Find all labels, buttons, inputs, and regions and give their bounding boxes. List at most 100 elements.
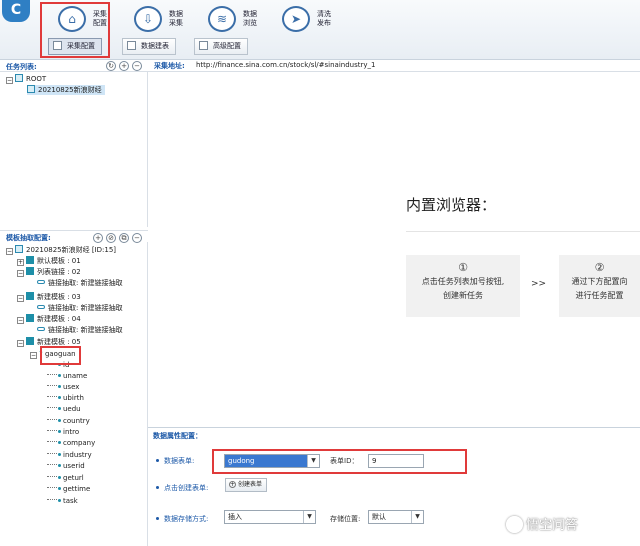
field-icon: [58, 453, 61, 456]
create-table-label: 点击创建表单:: [156, 483, 208, 493]
field-icon: [58, 499, 61, 502]
link-icon: [37, 305, 45, 309]
tree-template-04[interactable]: − 新建模板 : 04: [17, 314, 81, 324]
storage-method-label: 数据存储方式:: [156, 514, 208, 524]
select-value: 默认: [372, 513, 386, 521]
tool-data-collect[interactable]: ⇩ 数据 采集: [134, 4, 188, 34]
storage-method-select[interactable]: 插入 ▼: [224, 510, 316, 524]
app-logo: C: [2, 0, 30, 22]
tool-label: 清洗 发布: [317, 10, 331, 27]
collapse-icon[interactable]: −: [17, 317, 24, 324]
field-item[interactable]: uedu: [47, 404, 81, 414]
remove-task-icon[interactable]: −: [132, 61, 142, 71]
tree-line: [47, 441, 57, 442]
field-item[interactable]: gettime: [47, 484, 90, 494]
step-card-2: ② 通过下方配置向 进行任务配置: [559, 255, 640, 317]
tree-label: 列表链接 : 02: [37, 268, 81, 276]
cube-icon: [15, 74, 23, 82]
bullet-icon: [156, 486, 159, 489]
tool-data-browse[interactable]: ≋ 数据 浏览: [208, 4, 262, 34]
chevron-down-icon[interactable]: ▼: [411, 511, 423, 523]
refresh-icon[interactable]: ↻: [106, 61, 116, 71]
create-table-button[interactable]: + 创建表单: [225, 478, 268, 492]
field-label: task: [63, 497, 78, 505]
tree-template-03[interactable]: − 新建模板 : 03: [17, 292, 81, 302]
step-number: ②: [594, 261, 605, 274]
collapse-icon[interactable]: −: [17, 340, 24, 347]
field-label: company: [63, 439, 96, 447]
tree-line: [47, 385, 57, 386]
step-text: 创建新任务: [443, 291, 483, 300]
annotation-box-form: [212, 449, 467, 474]
field-item[interactable]: company: [47, 438, 95, 448]
tree-label: 默认模板 : 01: [37, 257, 81, 265]
tree-task-node[interactable]: − 20210825新浪财经 [ID:15]: [6, 245, 116, 255]
field-label: intro: [63, 428, 80, 436]
field-item[interactable]: task: [47, 496, 78, 506]
collapse-icon[interactable]: −: [6, 248, 13, 255]
step-text: 进行任务配置: [575, 291, 624, 300]
annotation-box-toolbar: [40, 2, 110, 58]
field-item[interactable]: country: [47, 416, 90, 426]
template-icon: [26, 292, 34, 300]
link-icon: [37, 280, 45, 284]
advanced-config-button[interactable]: 高级配置: [194, 38, 248, 55]
annotation-box-group: [40, 346, 81, 365]
storage-location-select[interactable]: 默认 ▼: [368, 510, 424, 524]
chevron-down-icon[interactable]: ▼: [303, 511, 315, 523]
tree-line: [47, 374, 57, 375]
button-label: 创建表单: [238, 481, 263, 488]
template-icon: [26, 267, 34, 275]
collapse-icon[interactable]: −: [17, 270, 24, 277]
field-item[interactable]: ubirth: [47, 393, 84, 403]
tool-clean-publish[interactable]: ➤ 清洗 发布: [282, 4, 336, 34]
tree-link-extract[interactable]: 链接抽取: 新建链接抽取: [37, 303, 123, 313]
cube-icon: [27, 85, 35, 93]
tree-template-01[interactable]: + 默认模板 : 01: [17, 256, 81, 266]
collapse-icon[interactable]: −: [17, 295, 24, 302]
collapse-icon[interactable]: −: [6, 77, 13, 84]
template-tree: − 20210825新浪财经 [ID:15] + 默认模板 : 01 − 列表链接 :…: [0, 242, 148, 546]
tree-link-extract[interactable]: 链接抽取: 新建链接抽取: [37, 278, 123, 288]
table-icon: [127, 41, 136, 50]
label-text: 数据存储方式:: [164, 515, 209, 523]
field-item[interactable]: geturl: [47, 473, 84, 483]
step-text: 点击任务列表加号按钮,: [421, 277, 505, 286]
tree-link-extract[interactable]: 链接抽取: 新建链接抽取: [37, 325, 123, 335]
tree-line: [47, 396, 57, 397]
collapse-icon[interactable]: −: [30, 352, 37, 359]
tree-label: 20210825新浪财经: [38, 86, 102, 94]
task-list-actions: ↻ + −: [106, 61, 142, 71]
expand-icon[interactable]: +: [17, 259, 24, 266]
plus-icon: +: [229, 481, 236, 488]
field-item[interactable]: intro: [47, 427, 79, 437]
config-title: 数据属性配置：: [153, 432, 202, 440]
select-value: 插入: [228, 513, 242, 521]
add-task-icon[interactable]: +: [119, 61, 129, 71]
tool-label: 数据 浏览: [243, 10, 257, 27]
cube-icon: [15, 245, 23, 253]
field-label: country: [63, 417, 90, 425]
field-icon: [58, 464, 61, 467]
button-label: 高级配置: [213, 42, 241, 50]
field-item[interactable]: uname: [47, 371, 87, 381]
step-card-1: ① 点击任务列表加号按钮, 创建新任务: [406, 255, 520, 317]
template-icon: [26, 337, 34, 345]
url-label: 采集地址:: [154, 62, 185, 70]
step-text: 通过下方配置向: [571, 277, 628, 286]
tree-root[interactable]: − ROOT: [6, 74, 46, 84]
tool-label: 数据 采集: [169, 10, 183, 27]
url-bar: 采集地址: http://finance.sina.com.cn/stock/s…: [148, 60, 640, 72]
field-item[interactable]: userid: [47, 461, 85, 471]
data-table-button[interactable]: 数据建表: [122, 38, 176, 55]
tree-template-02[interactable]: − 列表链接 : 02: [17, 267, 81, 277]
field-icon: [58, 476, 61, 479]
link-icon: [37, 327, 45, 331]
tree-task-item[interactable]: 20210825新浪财经: [27, 85, 105, 95]
url-field[interactable]: http://finance.sina.com.cn/stock/sl/#sin…: [196, 61, 375, 69]
field-item[interactable]: usex: [47, 382, 79, 392]
field-item[interactable]: industry: [47, 450, 92, 460]
tree-line: [47, 464, 57, 465]
label-text: 数据表单:: [164, 457, 195, 465]
field-icon: [58, 419, 61, 422]
